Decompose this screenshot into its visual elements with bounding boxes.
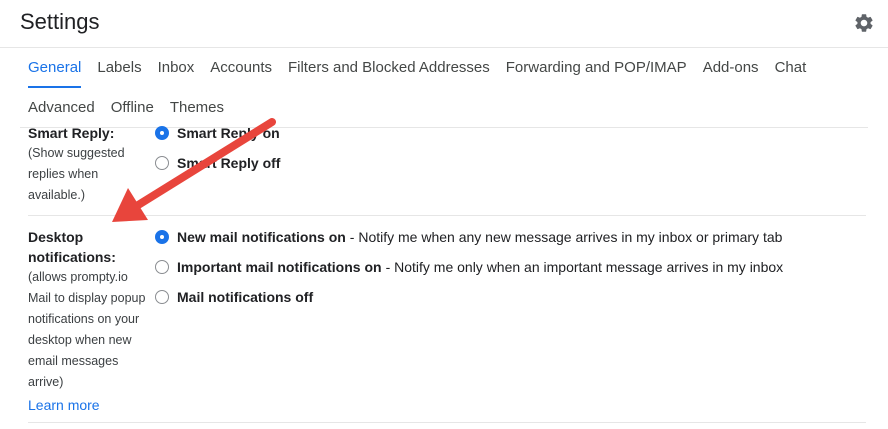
section-divider bbox=[28, 215, 866, 216]
important-mail-notifications-option[interactable]: Important mail notifications on - Notify… bbox=[155, 257, 783, 277]
desktop-notifications-desc-line: Mail to display popup bbox=[28, 291, 146, 305]
section-divider bbox=[28, 422, 866, 423]
smart-reply-title: Smart Reply: bbox=[28, 125, 115, 141]
smart-reply-desc-line: replies when bbox=[28, 167, 99, 181]
tab-general[interactable]: General bbox=[20, 58, 89, 88]
tab-advanced[interactable]: Advanced bbox=[20, 98, 103, 118]
tab-filters-and-blocked-addresses[interactable]: Filters and Blocked Addresses bbox=[280, 58, 498, 78]
smart-reply-off-label: Smart Reply off bbox=[177, 155, 281, 171]
desktop-notifications-label: Desktop notifications: (allows prompty.i… bbox=[28, 227, 152, 415]
desktop-notifications-desc-line: desktop when new bbox=[28, 333, 132, 347]
header-divider bbox=[0, 47, 888, 48]
tab-forwarding-and-pop-imap[interactable]: Forwarding and POP/IMAP bbox=[498, 58, 695, 78]
tab-offline[interactable]: Offline bbox=[103, 98, 162, 118]
settings-tabs-row-2: Advanced Offline Themes bbox=[20, 95, 232, 121]
mail-notifications-off-option[interactable]: Mail notifications off bbox=[155, 287, 313, 307]
important-mail-notifications-label: Important mail notifications on bbox=[177, 259, 382, 275]
new-mail-notifications-radio[interactable] bbox=[155, 230, 169, 244]
mail-notifications-off-radio[interactable] bbox=[155, 290, 169, 304]
settings-header: Settings bbox=[0, 0, 888, 48]
mail-notifications-off-label: Mail notifications off bbox=[177, 289, 314, 305]
tab-accounts[interactable]: Accounts bbox=[202, 58, 280, 78]
smart-reply-on-label: Smart Reply on bbox=[177, 125, 280, 141]
important-mail-notifications-desc: - Notify me only when an important messa… bbox=[385, 259, 784, 275]
smart-reply-desc-line: available.) bbox=[28, 188, 85, 202]
learn-more-link[interactable]: Learn more bbox=[28, 395, 152, 415]
smart-reply-off-radio[interactable] bbox=[155, 156, 169, 170]
desktop-notifications-desc-line: arrive) bbox=[28, 375, 64, 389]
desktop-notifications-desc-line: (allows prompty.io bbox=[28, 270, 128, 284]
tab-themes[interactable]: Themes bbox=[162, 98, 232, 118]
new-mail-notifications-desc: - Notify me when any new message arrives… bbox=[349, 229, 783, 245]
desktop-notifications-title-line: notifications: bbox=[28, 249, 116, 265]
page-title: Settings bbox=[20, 9, 100, 34]
tab-labels[interactable]: Labels bbox=[89, 58, 149, 78]
new-mail-notifications-option[interactable]: New mail notifications on - Notify me wh… bbox=[155, 227, 782, 247]
smart-reply-desc-line: (Show suggested bbox=[28, 146, 125, 160]
desktop-notifications-title-line: Desktop bbox=[28, 229, 84, 245]
important-mail-notifications-radio[interactable] bbox=[155, 260, 169, 274]
smart-reply-on-option[interactable]: Smart Reply on bbox=[155, 123, 280, 143]
gear-icon[interactable] bbox=[853, 12, 875, 34]
tab-chat[interactable]: Chat bbox=[767, 58, 815, 78]
tab-inbox[interactable]: Inbox bbox=[150, 58, 203, 78]
desktop-notifications-desc-line: notifications on your bbox=[28, 312, 140, 326]
smart-reply-label: Smart Reply: (Show suggested replies whe… bbox=[28, 123, 152, 206]
new-mail-notifications-label: New mail notifications on bbox=[177, 229, 346, 245]
settings-tabs-row-1: General Labels Inbox Accounts Filters an… bbox=[20, 55, 815, 88]
smart-reply-off-option[interactable]: Smart Reply off bbox=[155, 153, 280, 173]
tab-add-ons[interactable]: Add-ons bbox=[695, 58, 767, 78]
desktop-notifications-desc-line: email messages bbox=[28, 354, 119, 368]
smart-reply-on-radio[interactable] bbox=[155, 126, 169, 140]
